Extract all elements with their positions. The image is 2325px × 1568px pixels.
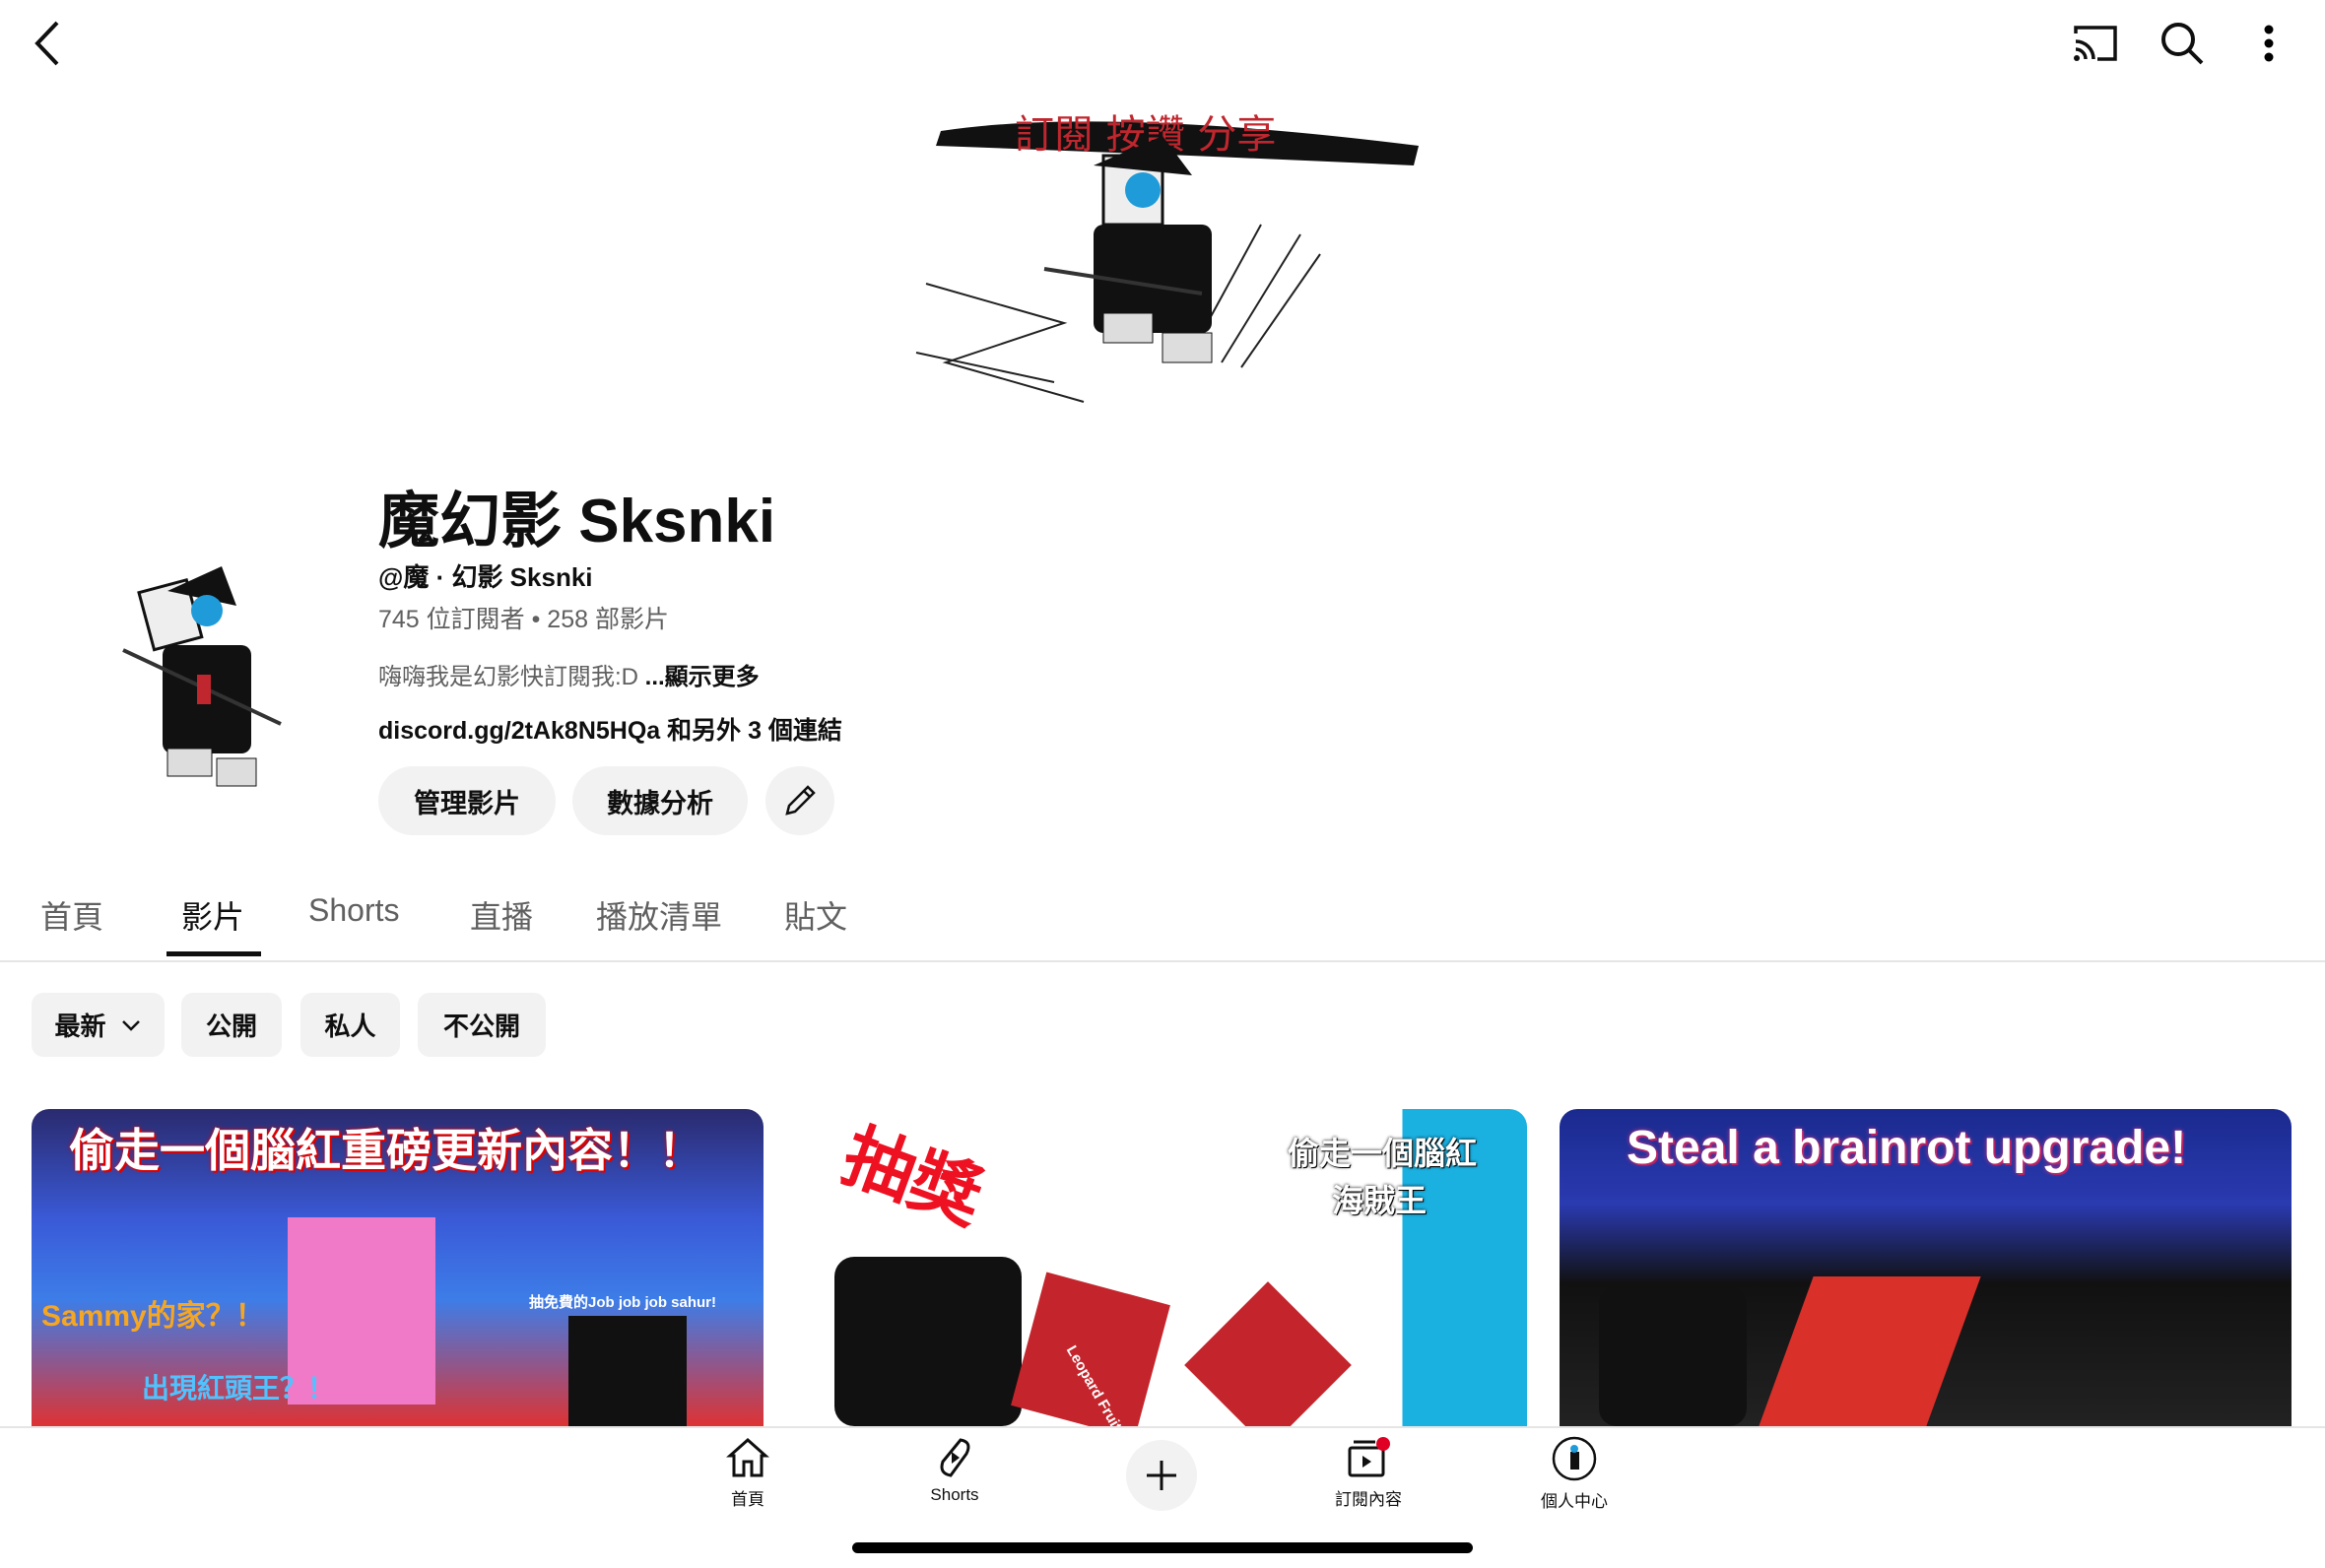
channel-stats: 745 位訂閱者 • 258 部影片	[378, 606, 669, 633]
filter-private-chip[interactable]: 私人	[300, 993, 400, 1057]
filter-unlisted-chip[interactable]: 不公開	[418, 993, 546, 1057]
more-button[interactable]	[2237, 12, 2300, 75]
chevron-left-icon	[34, 21, 59, 66]
pencil-icon	[785, 785, 816, 816]
nav-label: Shorts	[930, 1485, 979, 1504]
more-vertical-icon	[2264, 25, 2274, 62]
thumb-title-overlay: 抽獎	[832, 1116, 993, 1239]
channel-banner: 訂閱 按讚 分享	[915, 112, 1419, 403]
avatar-icon	[1552, 1436, 1597, 1481]
thumb-scene	[834, 1257, 1022, 1426]
back-button[interactable]	[16, 12, 79, 75]
thumb-overlay: 出現紅頭王？！	[142, 1373, 336, 1404]
notification-badge	[1376, 1437, 1390, 1451]
thumb-title-overlay: Steal a brainrot upgrade!	[1627, 1122, 2187, 1174]
create-button[interactable]	[1126, 1440, 1197, 1511]
manage-videos-button[interactable]: 管理影片	[378, 766, 556, 835]
channel-name: 魔幻影 Sksnki	[378, 488, 776, 555]
thumb-overlay: 海賊王	[1332, 1183, 1428, 1218]
thumb-scene	[1011, 1272, 1170, 1426]
search-icon	[2161, 23, 2204, 65]
video-thumbnail[interactable]: Steal a brainrot upgrade!	[1560, 1109, 2292, 1426]
search-button[interactable]	[2151, 12, 2214, 75]
thumb-overlay: 抽免費的Job job job sahur!	[529, 1294, 716, 1311]
nav-label: 訂閱內容	[1335, 1490, 1402, 1509]
filter-public-chip[interactable]: 公開	[181, 993, 282, 1057]
sort-latest-chip[interactable]: 最新	[32, 993, 165, 1057]
thumb-title-overlay: 偷走一個腦紅重磅更新內容！！	[69, 1125, 703, 1176]
tab-videos[interactable]: 影片	[181, 892, 244, 938]
show-more-link[interactable]: ...顯示更多	[645, 664, 760, 690]
thumb-overlay: 偷走一個腦紅	[1288, 1136, 1478, 1171]
tab-posts[interactable]: 貼文	[784, 892, 847, 938]
analytics-button[interactable]: 數據分析	[572, 766, 748, 835]
tab-shorts[interactable]: Shorts	[308, 892, 399, 929]
nav-label: 首頁	[731, 1490, 764, 1509]
channel-description[interactable]: 嗨嗨我是幻影快訂閱我:D ...顯示更多	[378, 657, 760, 691]
channel-links[interactable]: discord.gg/2tAk8N5HQa 和另外 3 個連結	[378, 711, 842, 747]
nav-label: 個人中心	[1541, 1492, 1608, 1511]
thumb-scene	[568, 1316, 687, 1426]
shorts-icon	[940, 1438, 970, 1477]
nav-create[interactable]	[1083, 1440, 1240, 1511]
active-tab-indicator	[166, 951, 261, 956]
plus-icon	[1147, 1461, 1176, 1490]
tab-live[interactable]: 直播	[470, 892, 533, 938]
home-indicator	[852, 1542, 1473, 1553]
thumb-scene	[1599, 1286, 1747, 1426]
channel-handle: @魔 · 幻影 Sksnki	[378, 562, 593, 592]
tabs-divider	[0, 960, 2325, 962]
cast-icon	[2074, 26, 2117, 61]
tab-playlists[interactable]: 播放清單	[596, 892, 722, 938]
tab-home[interactable]: 首頁	[40, 892, 103, 938]
video-thumbnail[interactable]: 偷走一個腦紅重磅更新內容！！ Sammy的家？！ 出現紅頭王？！ 抽免費的Job…	[32, 1109, 764, 1426]
edit-channel-button[interactable]	[765, 766, 834, 835]
thumb-scene	[1184, 1281, 1352, 1426]
home-icon	[726, 1437, 769, 1477]
nav-you[interactable]: 個人中心	[1495, 1436, 1653, 1512]
thumb-scene	[1759, 1276, 1981, 1426]
nav-subscriptions[interactable]: 訂閱內容	[1290, 1436, 1447, 1510]
description-text: 嗨嗨我是幻影快訂閱我:D	[378, 664, 645, 690]
subscriptions-icon	[1348, 1437, 1390, 1477]
cast-button[interactable]	[2064, 12, 2127, 75]
channel-avatar	[122, 566, 282, 787]
nav-shorts[interactable]: Shorts	[876, 1436, 1033, 1505]
chip-label: 最新	[54, 1012, 106, 1041]
chevron-down-icon	[121, 1019, 140, 1031]
thumb-overlay: Sammy的家？！	[41, 1300, 265, 1333]
nav-home[interactable]: 首頁	[669, 1436, 827, 1510]
video-thumbnail[interactable]: 抽獎 偷走一個腦紅 海賊王 Leopard Fruit	[795, 1109, 1527, 1426]
